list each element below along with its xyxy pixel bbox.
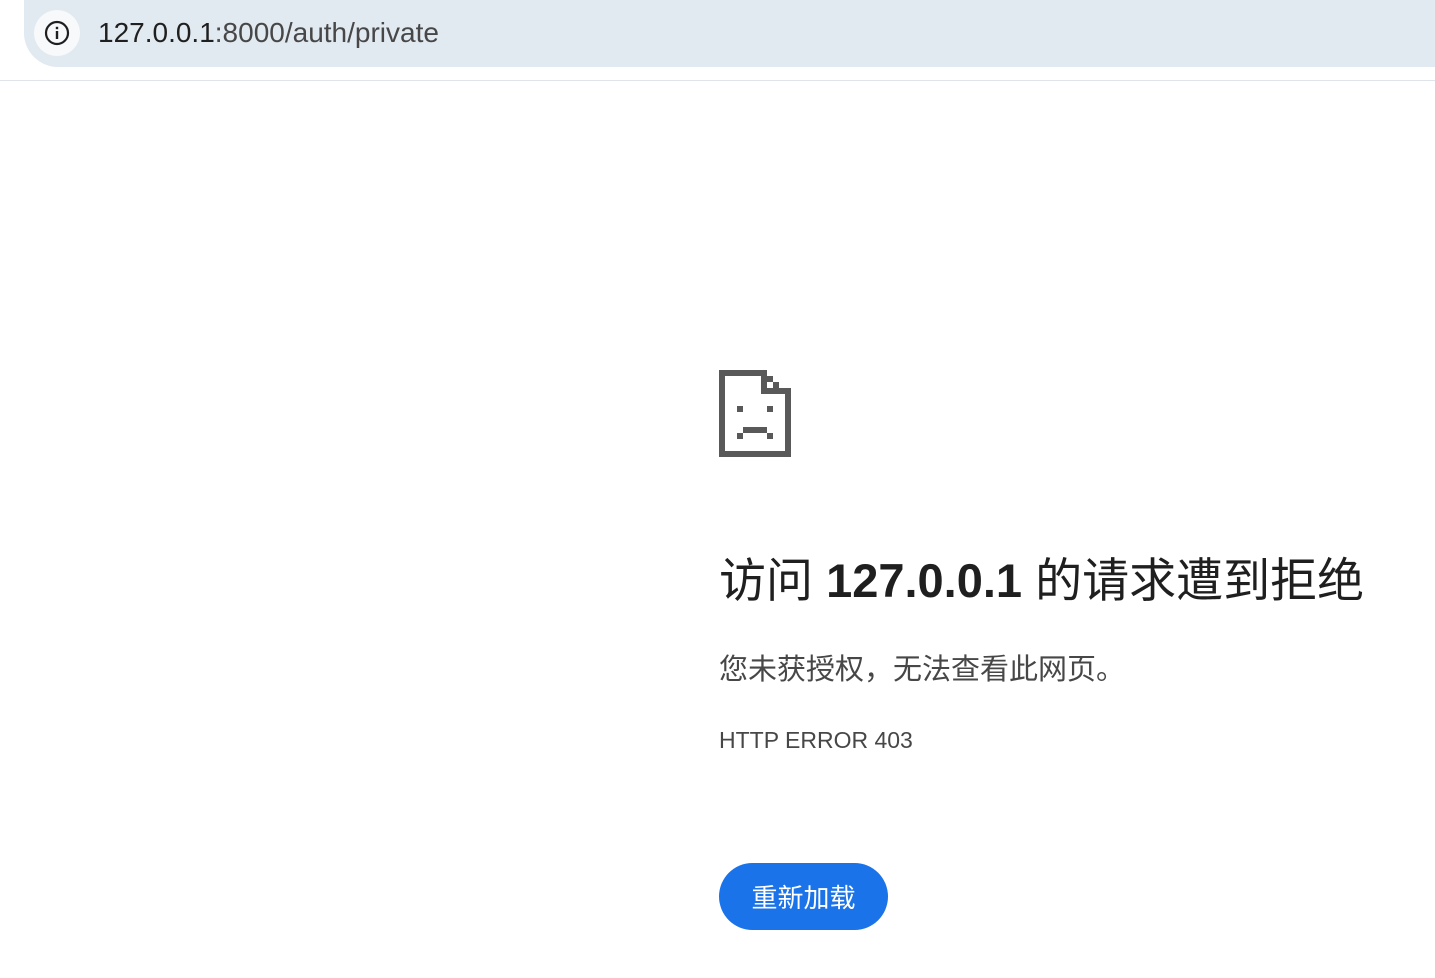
headline-prefix: 访问 — [719, 554, 827, 607]
url-text[interactable]: 127.0.0.1:8000/auth/private — [98, 15, 439, 51]
error-headline: 访问 127.0.0.1 的请求遭到拒绝 — [719, 550, 1364, 612]
headline-suffix: 的请求遭到拒绝 — [1022, 554, 1365, 607]
browser-toolbar: 127.0.0.1:8000/auth/private — [0, 0, 1435, 81]
sad-document-icon — [719, 370, 791, 457]
headline-host: 127.0.0.1 — [826, 554, 1023, 607]
info-circle-icon — [44, 20, 70, 46]
error-description: 您未获授权，无法查看此网页。 — [719, 654, 1126, 686]
error-code: HTTP ERROR 403 — [719, 727, 913, 753]
url-host: 127.0.0.1 — [98, 17, 215, 48]
address-bar[interactable]: 127.0.0.1:8000/auth/private — [24, 0, 1435, 67]
error-content: 访问 127.0.0.1 的请求遭到拒绝 您未获授权，无法查看此网页。 HTTP… — [719, 370, 1419, 930]
site-info-button[interactable] — [34, 10, 80, 56]
reload-button[interactable]: 重新加载 — [719, 863, 888, 930]
url-path: :8000/auth/private — [214, 17, 439, 48]
